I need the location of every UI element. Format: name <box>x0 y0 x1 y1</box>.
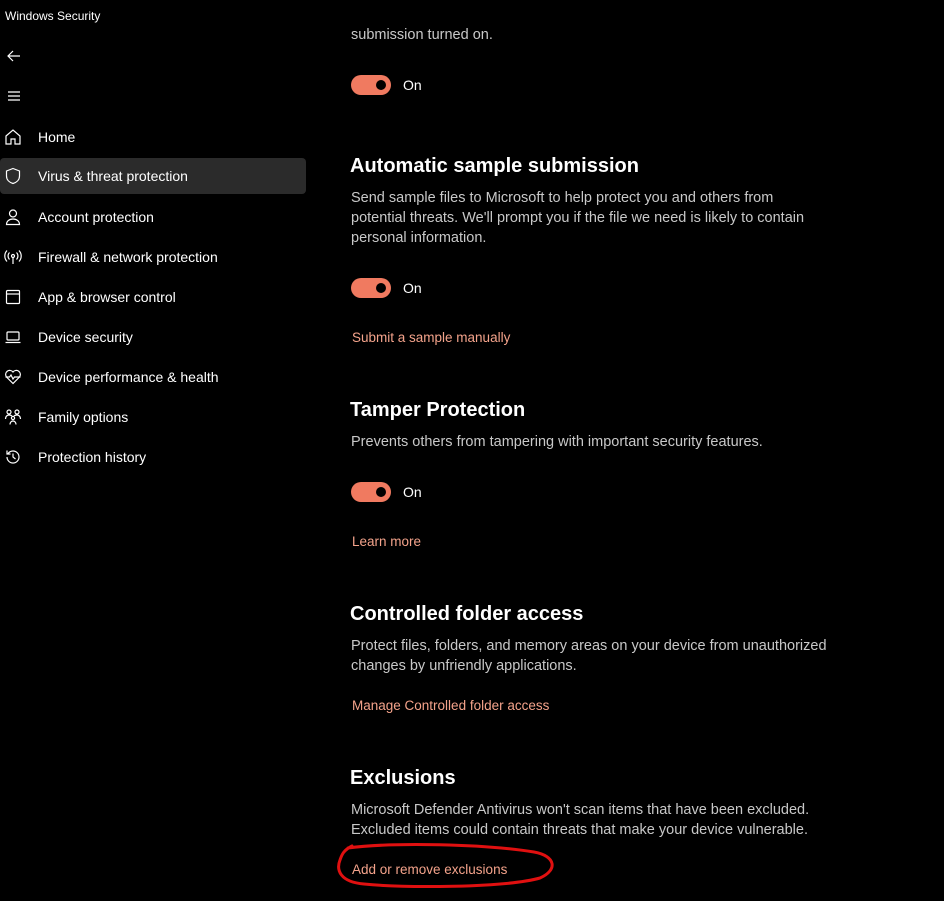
sidebar-item-device-performance-health[interactable]: Device performance & health <box>0 359 306 395</box>
sidebar-item-label: Device performance & health <box>38 369 219 385</box>
tamper-protection-toggle[interactable] <box>351 482 391 502</box>
laptop-icon <box>4 328 22 346</box>
sidebar-item-label: Account protection <box>38 209 154 225</box>
back-arrow-icon[interactable] <box>4 46 24 66</box>
exclusions-description: Microsoft Defender Antivirus won't scan … <box>351 802 810 838</box>
manage-controlled-folder-access-link[interactable]: Manage Controlled folder access <box>352 698 549 713</box>
sidebar-item-label: Family options <box>38 409 129 425</box>
sidebar-item-label: Device security <box>38 329 133 345</box>
cloud-protection-toggle-row: On <box>351 75 422 95</box>
section-title-sample-submission: Automatic sample submission <box>350 155 639 177</box>
heart-pulse-icon <box>4 368 22 386</box>
sidebar-item-home[interactable]: Home <box>0 119 306 155</box>
toggle-knob <box>376 80 386 90</box>
antenna-icon <box>4 248 22 266</box>
controlled-folder-access-description: Protect files, folders, and memory areas… <box>351 638 827 674</box>
cloud-protection-toggle[interactable] <box>351 75 391 95</box>
toggle-knob <box>376 283 386 293</box>
sidebar-item-account-protection[interactable]: Account protection <box>0 199 306 235</box>
sample-submission-toggle-row: On <box>351 278 422 298</box>
submit-sample-manually-link[interactable]: Submit a sample manually <box>352 330 510 345</box>
person-icon <box>4 208 22 226</box>
tamper-protection-toggle-row: On <box>351 482 422 502</box>
toggle-state-label: On <box>403 280 422 296</box>
toggle-state-label: On <box>403 77 422 93</box>
sidebar-item-device-security[interactable]: Device security <box>0 319 306 355</box>
sidebar-item-label: Protection history <box>38 449 147 465</box>
toggle-knob <box>376 487 386 497</box>
toggle-state-label: On <box>403 484 422 500</box>
sidebar-item-label: Virus & threat protection <box>38 168 188 184</box>
shield-icon <box>4 167 22 185</box>
sample-submission-toggle[interactable] <box>351 278 391 298</box>
sidebar-item-label: Firewall & network protection <box>38 249 218 265</box>
sidebar-item-virus-threat-protection[interactable]: Virus & threat protection <box>0 158 306 194</box>
sidebar-item-family-options[interactable]: Family options <box>0 399 306 435</box>
sidebar-item-app-browser-control[interactable]: App & browser control <box>0 279 306 315</box>
hamburger-menu-icon[interactable] <box>4 86 24 106</box>
family-icon <box>4 408 22 426</box>
sidebar-item-firewall-network-protection[interactable]: Firewall & network protection <box>0 239 306 275</box>
window-title: Windows Security <box>5 9 101 23</box>
sample-submission-description: Send sample files to Microsoft to help p… <box>351 190 805 246</box>
partial-description-text: submission turned on. <box>351 27 493 43</box>
browser-window-icon <box>4 288 22 306</box>
sidebar-item-label: Home <box>38 129 76 145</box>
add-remove-exclusions-link[interactable]: Add or remove exclusions <box>352 862 507 877</box>
section-title-controlled-folder-access: Controlled folder access <box>350 603 584 625</box>
tamper-protection-description: Prevents others from tampering with impo… <box>351 434 763 450</box>
home-icon <box>4 128 22 146</box>
section-title-exclusions: Exclusions <box>350 767 456 789</box>
section-title-tamper-protection: Tamper Protection <box>350 399 526 421</box>
sidebar-item-label: App & browser control <box>38 289 176 305</box>
windows-security-app: Windows Security Home Virus & threat pro… <box>0 0 944 901</box>
history-icon <box>4 448 22 466</box>
sidebar-item-protection-history[interactable]: Protection history <box>0 439 306 475</box>
learn-more-link[interactable]: Learn more <box>352 534 421 549</box>
